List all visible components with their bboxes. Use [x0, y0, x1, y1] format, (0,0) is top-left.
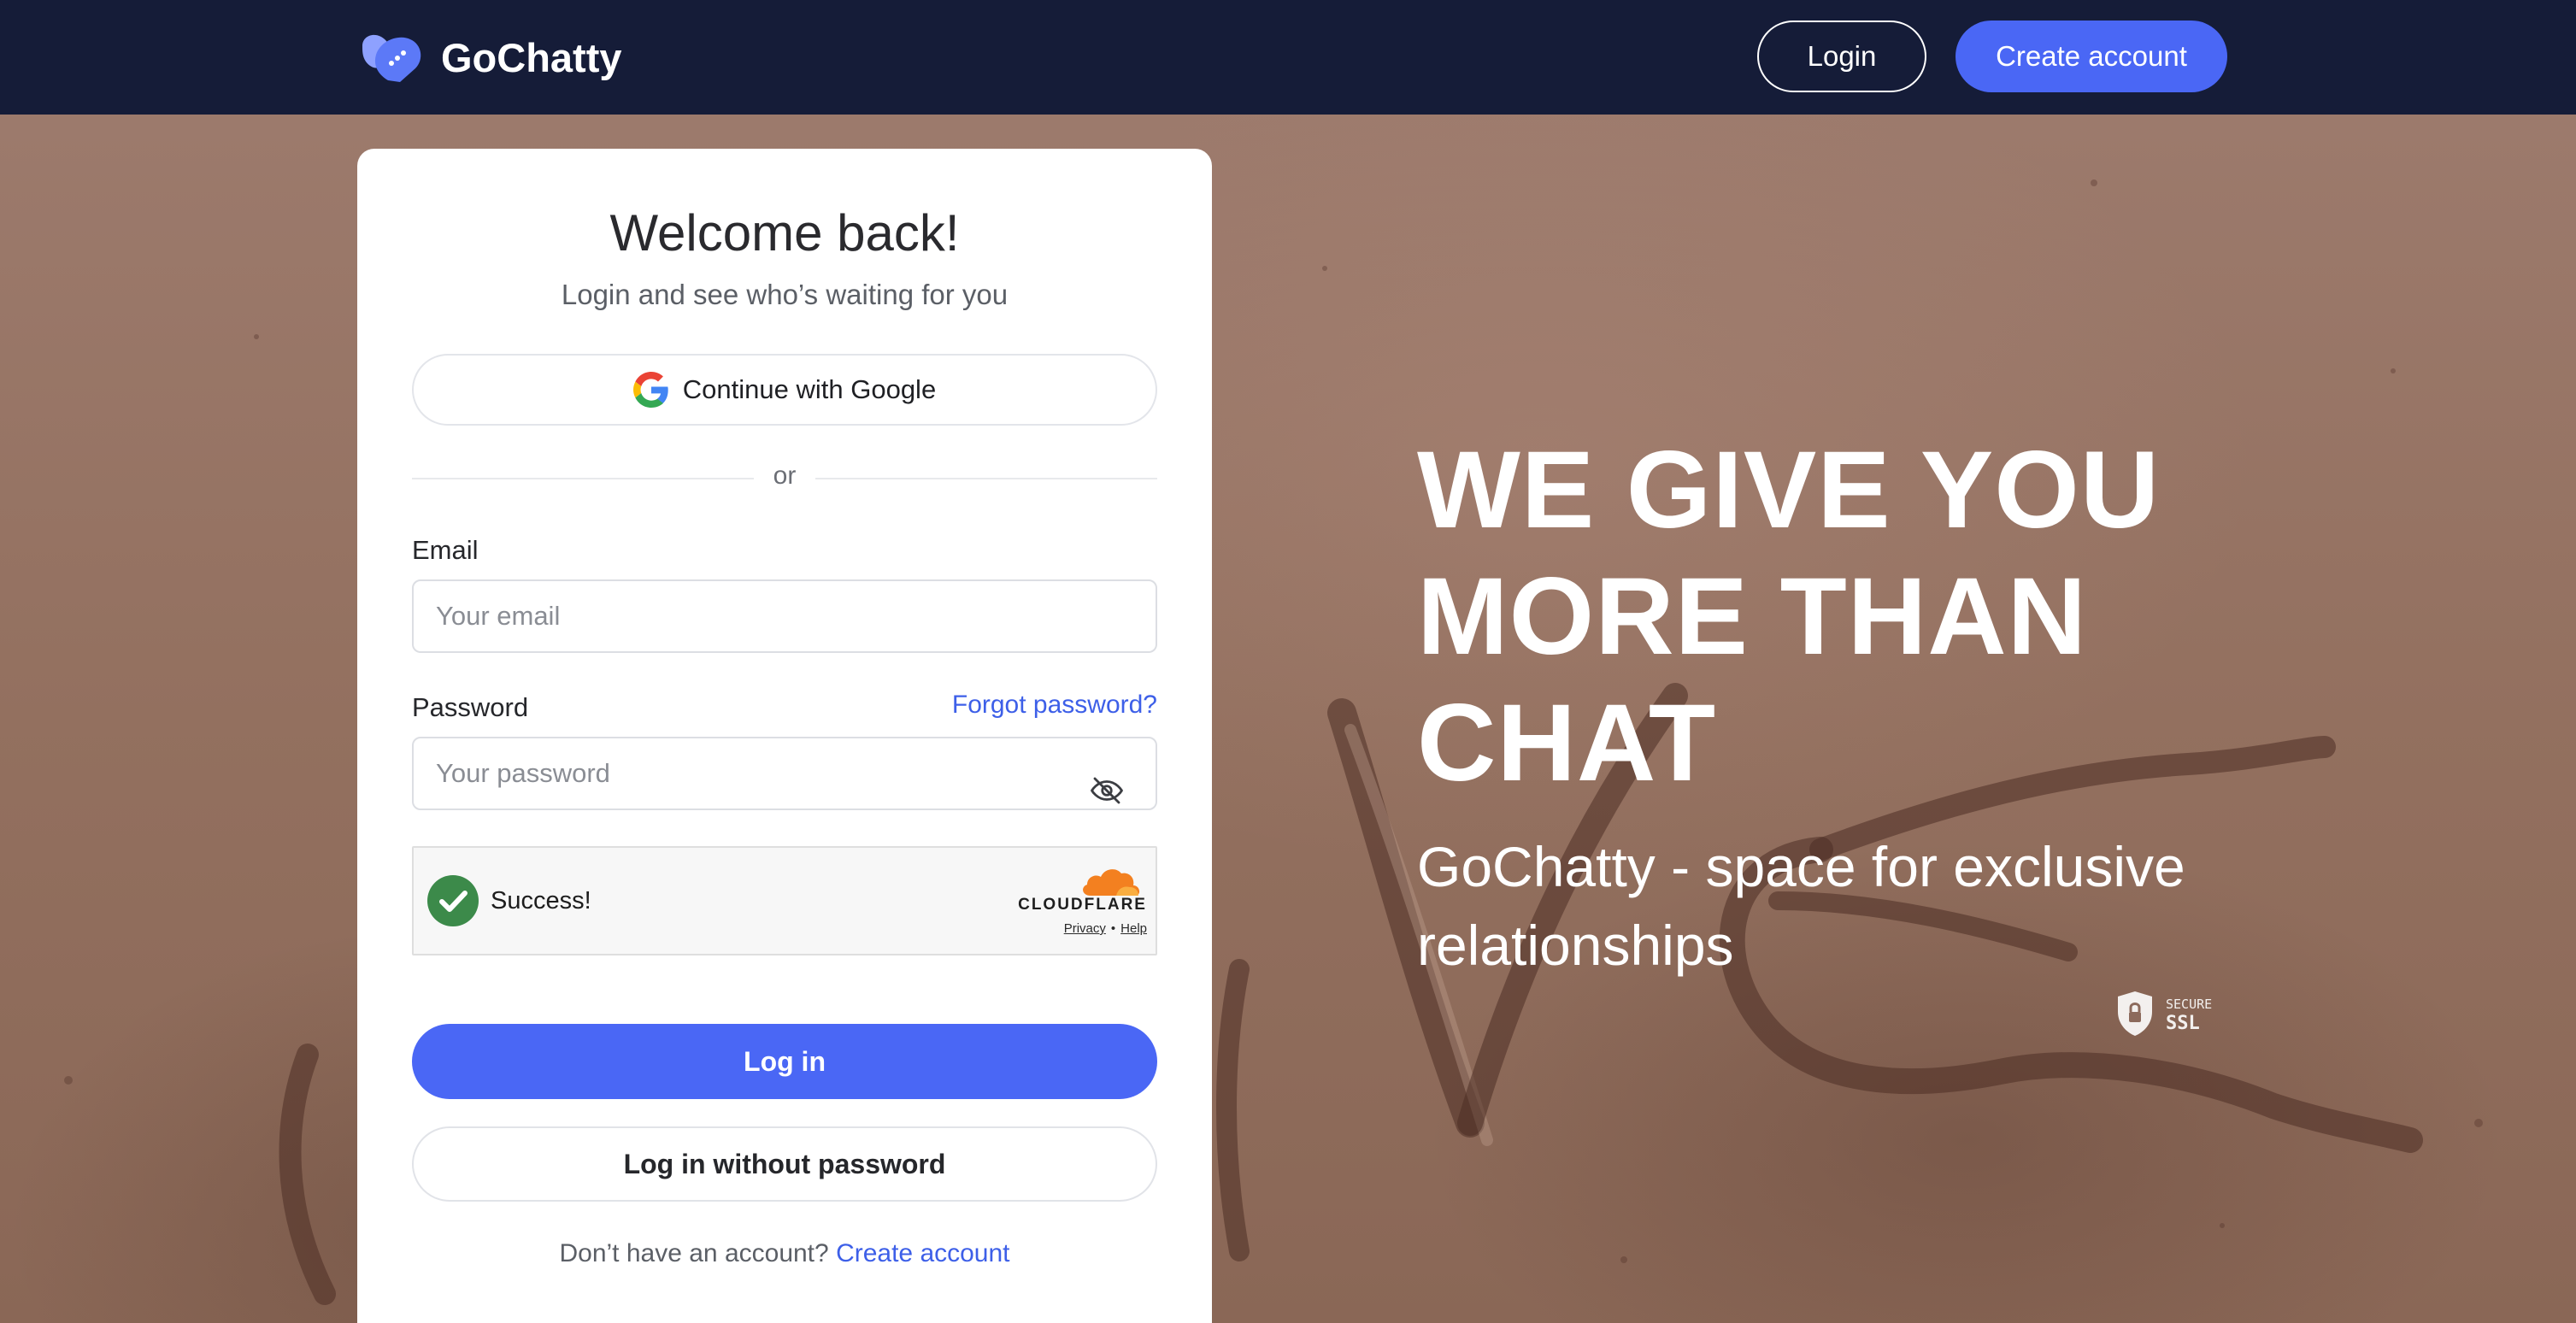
ssl-badge-top-text: SECURE — [2166, 997, 2212, 1012]
cloudflare-cloud-icon — [1083, 869, 1140, 896]
shield-lock-icon — [2118, 991, 2152, 1036]
email-field[interactable] — [412, 579, 1157, 653]
hero-headline-line: WE GIVE YOU — [1417, 429, 2161, 551]
captcha-links: Privacy • Help — [995, 921, 1147, 936]
password-field[interactable] — [412, 737, 1157, 810]
secure-ssl-badge: SECURE SSL — [2118, 991, 2212, 1036]
hero-tagline-line: GoChatty - space for exclusive — [1417, 835, 2185, 898]
captcha-status: Success! — [491, 887, 591, 914]
header-create-account-button[interactable]: Create account — [1956, 21, 2227, 92]
hero-tagline: GoChatty - space for exclusive relations… — [1417, 827, 2272, 985]
brand-logo[interactable]: GoChatty — [357, 31, 622, 84]
login-subtitle: Login and see who’s waiting for you — [561, 279, 1009, 310]
eye-slash-icon[interactable] — [1089, 773, 1125, 808]
divider-line-right — [815, 478, 1157, 479]
captcha-privacy-link[interactable]: Privacy — [1064, 921, 1106, 936]
continue-with-google-button[interactable]: Continue with Google — [412, 354, 1157, 426]
captcha-links-separator: • — [1110, 921, 1116, 936]
log-in-button[interactable]: Log in — [412, 1024, 1157, 1099]
google-button-label: Continue with Google — [682, 374, 937, 404]
checkmark-circle-icon — [427, 875, 479, 926]
hero-tagline-line: relationships — [1417, 914, 1734, 977]
email-label: Email — [412, 535, 479, 565]
login-title: Welcome back! — [609, 204, 960, 262]
create-account-link[interactable]: Create account — [836, 1239, 1009, 1267]
signup-prompt: Don’t have an account? Create account — [357, 1239, 1212, 1268]
hero-headline-line: CHAT — [1417, 682, 1716, 804]
google-icon — [632, 372, 668, 408]
top-navbar: GoChatty Login Create account — [0, 0, 2576, 115]
divider-or: or — [773, 462, 797, 490]
captcha-widget[interactable]: Success! CLOUDFLARE Privacy • Help — [412, 846, 1157, 956]
login-card: Welcome back! Login and see who’s waitin… — [357, 149, 1212, 1323]
heart-chat-logo-icon — [362, 34, 421, 82]
password-label: Password — [412, 692, 529, 722]
log-in-without-password-button[interactable]: Log in without password — [412, 1126, 1157, 1202]
signup-prompt-text: Don’t have an account? — [559, 1239, 829, 1267]
header-login-button[interactable]: Login — [1757, 21, 1926, 92]
brand-name: GoChatty — [441, 34, 622, 80]
forgot-password-link[interactable]: Forgot password? — [913, 691, 1157, 720]
cloudflare-wordmark: CLOUDFLARE — [1018, 896, 1147, 914]
hero-headline-line: MORE THAN — [1417, 556, 2088, 678]
captcha-help-link[interactable]: Help — [1120, 921, 1147, 936]
hero-headline: WE GIVE YOU MORE THAN CHAT — [1417, 427, 2272, 807]
ssl-badge-bottom-text: SSL — [2166, 1013, 2200, 1034]
